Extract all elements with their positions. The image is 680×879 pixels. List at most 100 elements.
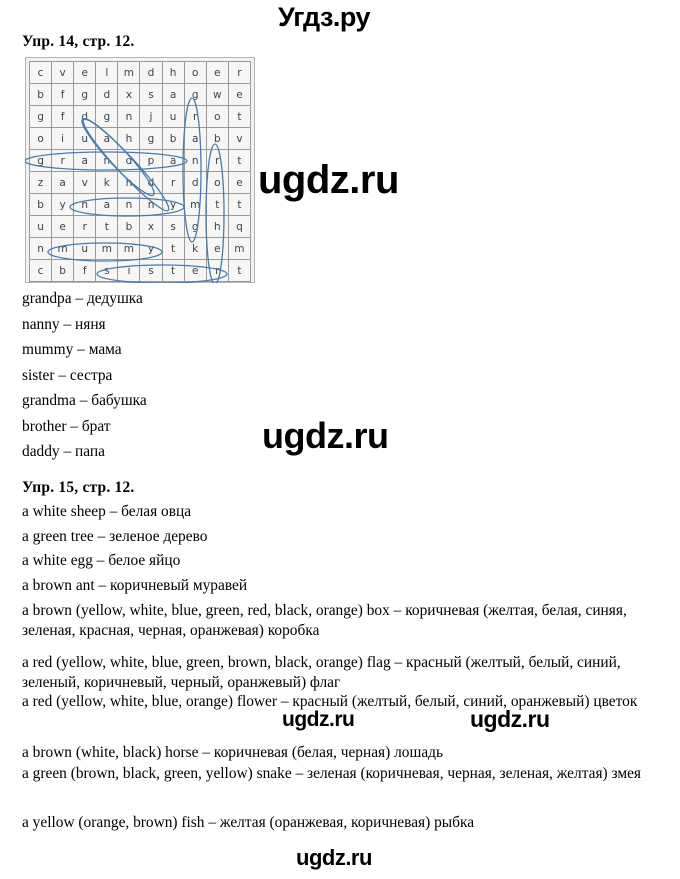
- word-search-cell: t: [227, 259, 252, 282]
- word-search-cell: h: [205, 215, 229, 238]
- word-search-cell: g: [28, 149, 53, 172]
- word-search-cell: i: [51, 127, 75, 150]
- word-search-cell: n: [73, 193, 97, 216]
- word-search-cell: y: [51, 193, 75, 216]
- word-search-cell: n: [117, 105, 141, 128]
- word-search-cell: y: [161, 193, 185, 216]
- word-search-cell: v: [51, 61, 75, 84]
- word-search-cell: r: [183, 105, 207, 128]
- answer-line: grandma – бабушка: [22, 392, 147, 409]
- word-search-cell: t: [227, 193, 252, 216]
- word-search-cell: m: [51, 237, 75, 260]
- answer-paragraph: a brown (white, black) horse – коричнева…: [22, 744, 444, 761]
- answer-line: daddy – папа: [22, 443, 105, 460]
- word-search-table: cvelmdhoerbfgdxsagwegfdgnjurotoiuahgbabv…: [28, 61, 252, 282]
- word-search-cell: u: [73, 127, 97, 150]
- word-search-cell: e: [73, 61, 97, 84]
- word-search-row: cbfsistert: [28, 259, 252, 282]
- word-search-cell: d: [95, 83, 119, 106]
- word-search-cell: t: [161, 237, 185, 260]
- word-search-cell: t: [95, 215, 119, 238]
- word-search-cell: g: [183, 83, 207, 106]
- word-search-cell: u: [28, 215, 53, 238]
- word-search-cell: k: [183, 237, 207, 260]
- word-search-cell: a: [183, 127, 207, 150]
- word-search-cell: o: [28, 127, 53, 150]
- word-search-cell: v: [227, 127, 252, 150]
- word-search-cell: b: [161, 127, 185, 150]
- word-search-cell: h: [117, 171, 141, 194]
- word-search-cell: n: [183, 149, 207, 172]
- word-search-row: bynannymtt: [28, 193, 252, 216]
- word-search-cell: u: [73, 237, 97, 260]
- word-search-cell: d: [139, 171, 163, 194]
- word-search-cell: m: [95, 237, 119, 260]
- word-search-cell: r: [73, 215, 97, 238]
- word-search-cell: r: [51, 149, 75, 172]
- watermark-top: Угдз.ру: [278, 2, 371, 32]
- answer-paragraph: a brown (yellow, white, blue, green, red…: [22, 602, 627, 639]
- word-search-cell: o: [205, 105, 229, 128]
- word-search-cell: s: [161, 215, 185, 238]
- word-search-row: grandpanrt: [28, 149, 252, 172]
- word-search-cell: m: [183, 193, 207, 216]
- word-search-cell: g: [139, 127, 163, 150]
- word-search-cell: g: [28, 105, 53, 128]
- word-search-cell: i: [117, 259, 141, 282]
- word-search-cell: n: [95, 149, 119, 172]
- word-search-cell: e: [227, 83, 252, 106]
- word-search-cell: x: [139, 215, 163, 238]
- answer-line: a white egg – белое яйцо: [22, 552, 181, 569]
- word-search-cell: f: [73, 259, 97, 282]
- word-search-cell: s: [95, 259, 119, 282]
- word-search-cell: n: [139, 193, 163, 216]
- word-search-cell: w: [205, 83, 229, 106]
- word-search-cell: x: [117, 83, 141, 106]
- word-search-cell: g: [73, 83, 97, 106]
- word-search-cell: c: [28, 61, 53, 84]
- answer-line: a green tree – зеленое дерево: [22, 527, 208, 545]
- word-search-cell: e: [51, 215, 75, 238]
- word-search-cell: m: [117, 237, 141, 260]
- word-search-row: cvelmdhoer: [28, 61, 252, 84]
- word-search-cell: d: [139, 61, 163, 84]
- watermark-inline-left: ugdz.ru: [282, 708, 355, 731]
- word-search-cell: m: [227, 237, 252, 260]
- word-search-cell: a: [73, 149, 97, 172]
- word-search-cell: r: [205, 149, 229, 172]
- word-search-cell: b: [51, 259, 75, 282]
- word-search-cell: e: [205, 237, 229, 260]
- watermark-middle: ugdz.ru: [262, 415, 389, 456]
- word-search-cell: g: [95, 105, 119, 128]
- word-search-cell: t: [205, 193, 229, 216]
- answer-paragraph: a yellow (orange, brown) fish – желтая (…: [22, 814, 475, 831]
- word-search-cell: u: [161, 105, 185, 128]
- word-search-cell: b: [205, 127, 229, 150]
- exercise-15-title: Упр. 15, стр. 12.: [22, 479, 135, 496]
- word-search-row: zavkhdrdoe: [28, 171, 252, 194]
- word-search-cell: q: [227, 215, 252, 238]
- word-search-cell: e: [183, 259, 207, 282]
- word-search-cell: o: [205, 171, 229, 194]
- word-search-row: bfgdxsagwe: [28, 83, 252, 106]
- word-search-cell: m: [117, 61, 141, 84]
- answer-line: mummy – мама: [22, 341, 122, 358]
- word-search-cell: n: [117, 193, 141, 216]
- word-search-cell: p: [139, 149, 163, 172]
- word-search-cell: g: [183, 215, 207, 238]
- word-search-cell: r: [161, 171, 185, 194]
- word-search-cell: b: [117, 215, 141, 238]
- word-search-cell: k: [95, 171, 119, 194]
- word-search-cell: y: [139, 237, 163, 260]
- watermark-bottom: ugdz.ru: [296, 845, 372, 870]
- word-search-cell: b: [28, 83, 53, 106]
- word-search-cell: a: [95, 193, 119, 216]
- answer-paragraph: a green (brown, black, green, yellow) sn…: [22, 765, 642, 782]
- word-search-row: uertbxsghq: [28, 215, 252, 238]
- word-search-cell: t: [161, 259, 185, 282]
- word-search-row: gfdgnjurot: [28, 105, 252, 128]
- answer-paragraph: a red (yellow, white, blue, green, brown…: [22, 654, 621, 691]
- word-search-cell: j: [139, 105, 163, 128]
- word-search-cell: e: [227, 171, 252, 194]
- answer-line: brother – брат: [22, 417, 111, 435]
